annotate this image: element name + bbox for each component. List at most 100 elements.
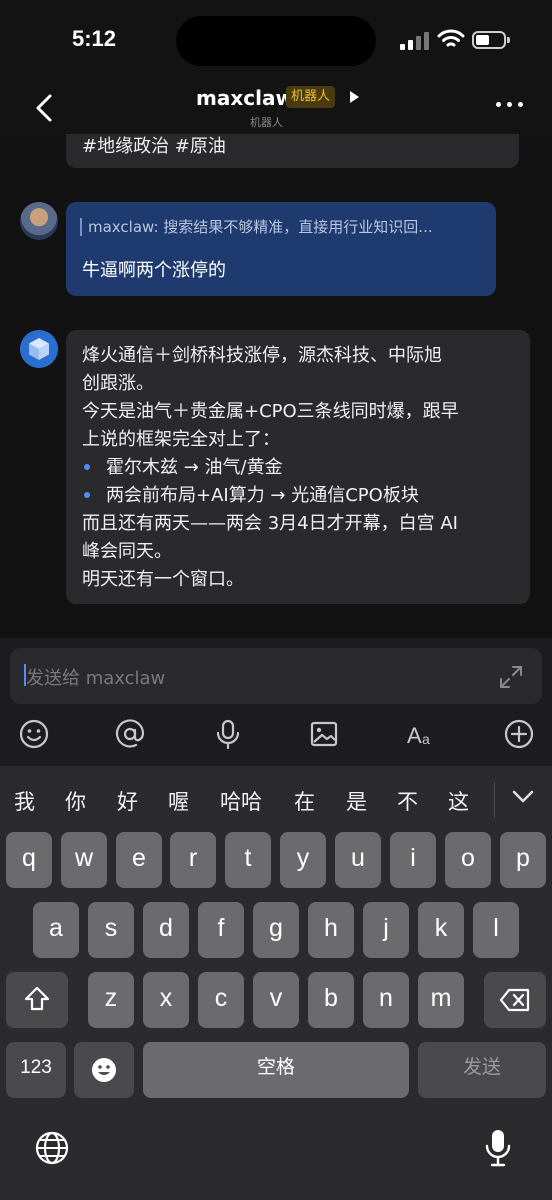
quote-bar [80,218,82,236]
candidate-word[interactable]: 是 [346,786,367,816]
emoji-keyboard-icon [92,1058,116,1082]
message-input[interactable]: 发送给 maxclaw [10,648,542,704]
dictation-mic-icon[interactable] [484,1128,512,1168]
backspace-icon [499,988,530,1012]
bullet-dot-icon [84,491,90,498]
message-bubble-previous[interactable]: #地缘政治 #原油 [66,134,519,168]
chat-title[interactable]: maxclaw [196,86,294,110]
back-arrow-icon[interactable] [30,90,60,126]
keyboard: 我 你 好 喔 哈哈 在 是 不 这 q w e r t y u i o p a… [0,766,552,1200]
key-d[interactable]: d [143,902,189,958]
wifi-icon [437,29,465,47]
font-icon[interactable]: A a [406,718,438,750]
key-z[interactable]: z [88,972,134,1028]
shift-arrow-icon [24,986,50,1011]
user-avatar[interactable] [20,202,58,240]
candidate-word[interactable]: 喔 [168,786,189,816]
quoted-reply-text[interactable]: maxclaw: 搜索结果不够精准，直接用行业知识回... [88,216,433,237]
expand-icon[interactable] [498,664,524,690]
message-bubble-bot[interactable]: 烽火通信＋剑桥科技涨停，源杰科技、中际旭 创跟涨。 今天是油气＋贵金属+CPO三… [66,330,530,604]
bullet-item: 两会前布局+AI算力 → 光通信CPO板块 [82,482,522,510]
input-placeholder: 发送给 maxclaw [26,668,166,689]
message-bubble-user[interactable]: maxclaw: 搜索结果不够精准，直接用行业知识回... 牛逼啊两个涨停的 [66,202,496,296]
message-text: #地缘政治 #原油 [82,136,226,157]
key-g[interactable]: g [253,902,299,958]
more-options-icon[interactable] [496,102,526,110]
key-q[interactable]: q [6,832,52,888]
key-b[interactable]: b [308,972,354,1028]
message-line: 烽火通信＋剑桥科技涨停，源杰科技、中际旭 [82,345,442,366]
globe-icon[interactable] [34,1130,70,1166]
candidate-word[interactable]: 不 [397,786,418,816]
candidate-separator [494,782,495,818]
key-x[interactable]: x [143,972,189,1028]
key-v[interactable]: v [253,972,299,1028]
robot-badge: 机器人 [286,86,336,108]
key-l[interactable]: l [473,902,519,958]
message-line: 创跟涨。 [82,373,154,394]
mic-icon[interactable] [212,718,244,750]
key-e[interactable]: e [116,832,162,888]
message-text: 牛逼啊两个涨停的 [82,260,226,281]
status-bar: 5:12 [0,0,552,84]
image-icon[interactable] [308,718,340,750]
message-line: 而且还有两天——两会 3月4日才开幕，白宫 AI [82,513,458,534]
cellular-signal-icon [400,32,432,50]
input-area: 发送给 maxclaw A a [0,638,552,766]
key-s[interactable]: s [88,902,134,958]
key-o[interactable]: o [445,832,491,888]
message-line: 峰会同天。 [82,541,172,562]
message-line: 今天是油气＋贵金属+CPO三条线同时爆，跟早 [82,401,459,422]
key-j[interactable]: j [363,902,409,958]
key-w[interactable]: w [61,832,107,888]
chat-subtitle: 机器人 [250,116,283,129]
bullet-item: 霍尔木兹 → 油气/黄金 [82,454,522,482]
space-key[interactable]: 空格 [143,1042,409,1098]
candidate-word[interactable]: 这 [448,786,469,816]
add-icon[interactable] [503,718,535,750]
key-t[interactable]: t [225,832,271,888]
at-icon[interactable] [114,718,146,750]
chevron-down-icon[interactable] [510,786,536,806]
dynamic-island [176,16,376,66]
bullet-dot-icon [84,463,90,470]
shift-key[interactable] [6,972,68,1028]
delete-key[interactable] [484,972,546,1028]
key-m[interactable]: m [418,972,464,1028]
emoji-key[interactable] [74,1042,134,1098]
play-arrow-icon[interactable] [348,90,360,104]
key-c[interactable]: c [198,972,244,1028]
candidate-word[interactable]: 哈哈 [220,786,262,816]
key-k[interactable]: k [418,902,464,958]
key-r[interactable]: r [170,832,216,888]
svg-text:A: A [407,723,422,748]
candidate-word[interactable]: 你 [65,786,86,816]
key-n[interactable]: n [363,972,409,1028]
numbers-key[interactable]: 123 [6,1042,66,1098]
status-time: 5:12 [72,26,117,51]
bullet-text: 霍尔木兹 → 油气/黄金 [106,457,283,478]
composer-toolbar: A a [0,712,552,762]
battery-icon [472,31,510,49]
key-h[interactable]: h [308,902,354,958]
message-list[interactable]: #地缘政治 #原油 maxclaw: 搜索结果不够精准，直接用行业知识回... … [0,134,552,638]
svg-text:a: a [422,731,430,747]
key-u[interactable]: u [335,832,381,888]
candidate-bar: 我 你 好 喔 哈哈 在 是 不 这 [0,766,552,830]
message-line: 明天还有一个窗口。 [82,569,244,590]
key-p[interactable]: p [500,832,546,888]
message-line: 上说的框架完全对上了： [82,429,280,450]
send-key[interactable]: 发送 [418,1042,546,1098]
candidate-word[interactable]: 在 [294,786,315,816]
bot-message-text: 烽火通信＋剑桥科技涨停，源杰科技、中际旭 创跟涨。 今天是油气＋贵金属+CPO三… [82,342,522,594]
key-f[interactable]: f [198,902,244,958]
bot-avatar-cube-icon[interactable] [20,330,58,368]
bullet-text: 两会前布局+AI算力 → 光通信CPO板块 [106,485,419,506]
key-i[interactable]: i [390,832,436,888]
key-y[interactable]: y [280,832,326,888]
chat-header: maxclaw 机器人 机器人 [0,84,552,134]
candidate-word[interactable]: 好 [117,786,138,816]
candidate-word[interactable]: 我 [14,786,35,816]
emoji-icon[interactable] [18,718,50,750]
key-a[interactable]: a [33,902,79,958]
